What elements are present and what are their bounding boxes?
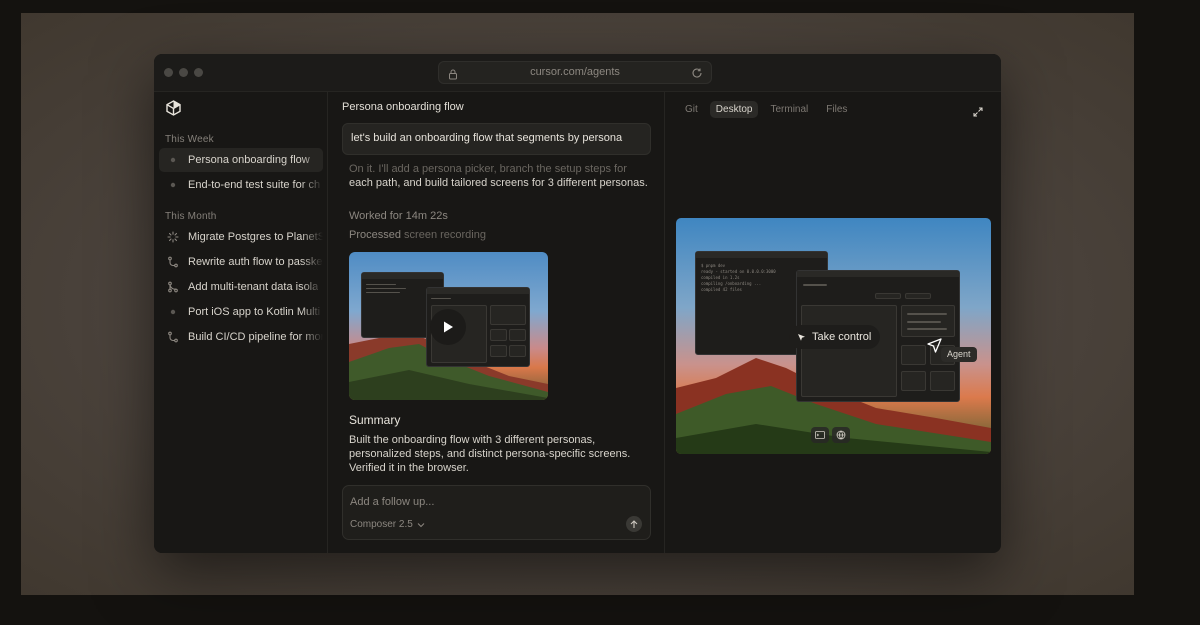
tab-files[interactable]: Files xyxy=(820,101,853,118)
maximize-window-button[interactable] xyxy=(194,68,203,77)
dot-icon xyxy=(167,306,179,318)
chat-panel: Persona onboarding flow let's build an o… xyxy=(328,92,665,553)
agent-label: Agent xyxy=(941,347,977,362)
sidebar-item-migrate-postgres[interactable]: Migrate Postgres to PlanetS xyxy=(159,225,323,249)
tab-git[interactable]: Git xyxy=(679,101,704,118)
model-label: Composer 2.5 xyxy=(350,519,413,530)
branch-icon xyxy=(167,331,179,343)
reload-icon[interactable] xyxy=(691,66,703,84)
summary-heading: Summary xyxy=(349,413,401,427)
dock-browser-button[interactable] xyxy=(832,427,850,443)
dock-terminal-button[interactable] xyxy=(811,427,829,443)
tab-terminal[interactable]: Terminal xyxy=(764,101,814,118)
preview-tabs: Git Desktop Terminal Files xyxy=(679,101,853,118)
remote-desktop-view[interactable]: $ pnpm dev ready - started on 0.0.0.0:30… xyxy=(676,218,991,454)
send-button[interactable] xyxy=(626,516,642,532)
processed-label: Processed xyxy=(349,229,401,241)
merge-icon xyxy=(167,281,179,293)
sidebar-item-rewrite-auth[interactable]: Rewrite auth flow to passke xyxy=(159,250,323,274)
terminal-line: compiled 42 files xyxy=(701,287,742,292)
summary-text: Built the onboarding flow with 3 differe… xyxy=(349,434,631,474)
terminal-icon xyxy=(815,431,825,439)
browser-window: cursor.com/agents This Week Persona onbo… xyxy=(154,54,1001,553)
play-button[interactable] xyxy=(430,309,466,345)
sidebar-item-multi-tenant[interactable]: Add multi-tenant data isola xyxy=(159,275,323,299)
branch-icon xyxy=(167,256,179,268)
agent-reply: On it. I'll add a persona picker, branch… xyxy=(349,162,649,190)
section-label-this-week: This Week xyxy=(165,134,214,145)
preview-panel: Git Desktop Terminal Files $ pnpm dev re… xyxy=(665,92,1001,553)
arrow-up-icon xyxy=(630,519,638,528)
sidebar-item-label: Persona onboarding flow xyxy=(188,154,310,166)
follow-up-input[interactable] xyxy=(350,493,640,511)
agent-reply-text: each path, and build tailored screens fo… xyxy=(349,177,648,189)
sidebar-item-persona-onboarding[interactable]: Persona onboarding flow xyxy=(159,148,323,172)
dot-icon xyxy=(167,154,179,166)
window-controls xyxy=(164,68,203,77)
sidebar: This Week Persona onboarding flow End-to… xyxy=(154,92,328,553)
screen-recording-thumbnail[interactable] xyxy=(349,252,548,400)
screen-recording-link[interactable]: screen recording xyxy=(404,229,486,241)
sidebar-item-label: Add multi-tenant data isola xyxy=(188,281,319,293)
expand-icon[interactable] xyxy=(973,104,983,122)
cursor-arrow-icon xyxy=(798,333,805,341)
play-icon xyxy=(444,321,453,333)
worked-for-status: Worked for 14m 22s xyxy=(349,210,448,222)
model-selector[interactable]: Composer 2.5 xyxy=(350,519,425,530)
agent-reply-faded: On it. I'll add a persona picker, branch… xyxy=(349,163,627,175)
take-control-button[interactable]: Take control xyxy=(789,325,881,349)
url-text: cursor.com/agents xyxy=(530,66,620,78)
sidebar-item-ci-cd[interactable]: Build CI/CD pipeline for mor xyxy=(159,325,323,349)
take-control-label: Take control xyxy=(812,331,872,343)
address-bar[interactable]: cursor.com/agents xyxy=(438,61,712,84)
tab-desktop[interactable]: Desktop xyxy=(709,101,759,118)
cursor-logo-icon[interactable] xyxy=(166,100,181,121)
minimize-window-button[interactable] xyxy=(179,68,188,77)
follow-up-box: Composer 2.5 xyxy=(342,485,651,540)
chevron-down-icon xyxy=(417,522,425,527)
globe-icon xyxy=(836,430,846,440)
processed-status: Processed screen recording xyxy=(349,229,486,241)
section-label-this-month: This Month xyxy=(165,211,217,222)
dot-icon xyxy=(167,179,179,191)
spinner-icon xyxy=(167,231,179,243)
title-bar: cursor.com/agents xyxy=(154,54,1001,92)
sidebar-item-port-ios[interactable]: Port iOS app to Kotlin Multi xyxy=(159,300,323,324)
desktop-dock xyxy=(811,427,850,443)
user-message: let's build an onboarding flow that segm… xyxy=(342,123,651,155)
page-title: Persona onboarding flow xyxy=(342,101,464,113)
close-window-button[interactable] xyxy=(164,68,173,77)
sidebar-item-e2e-tests[interactable]: End-to-end test suite for ch xyxy=(159,173,323,197)
